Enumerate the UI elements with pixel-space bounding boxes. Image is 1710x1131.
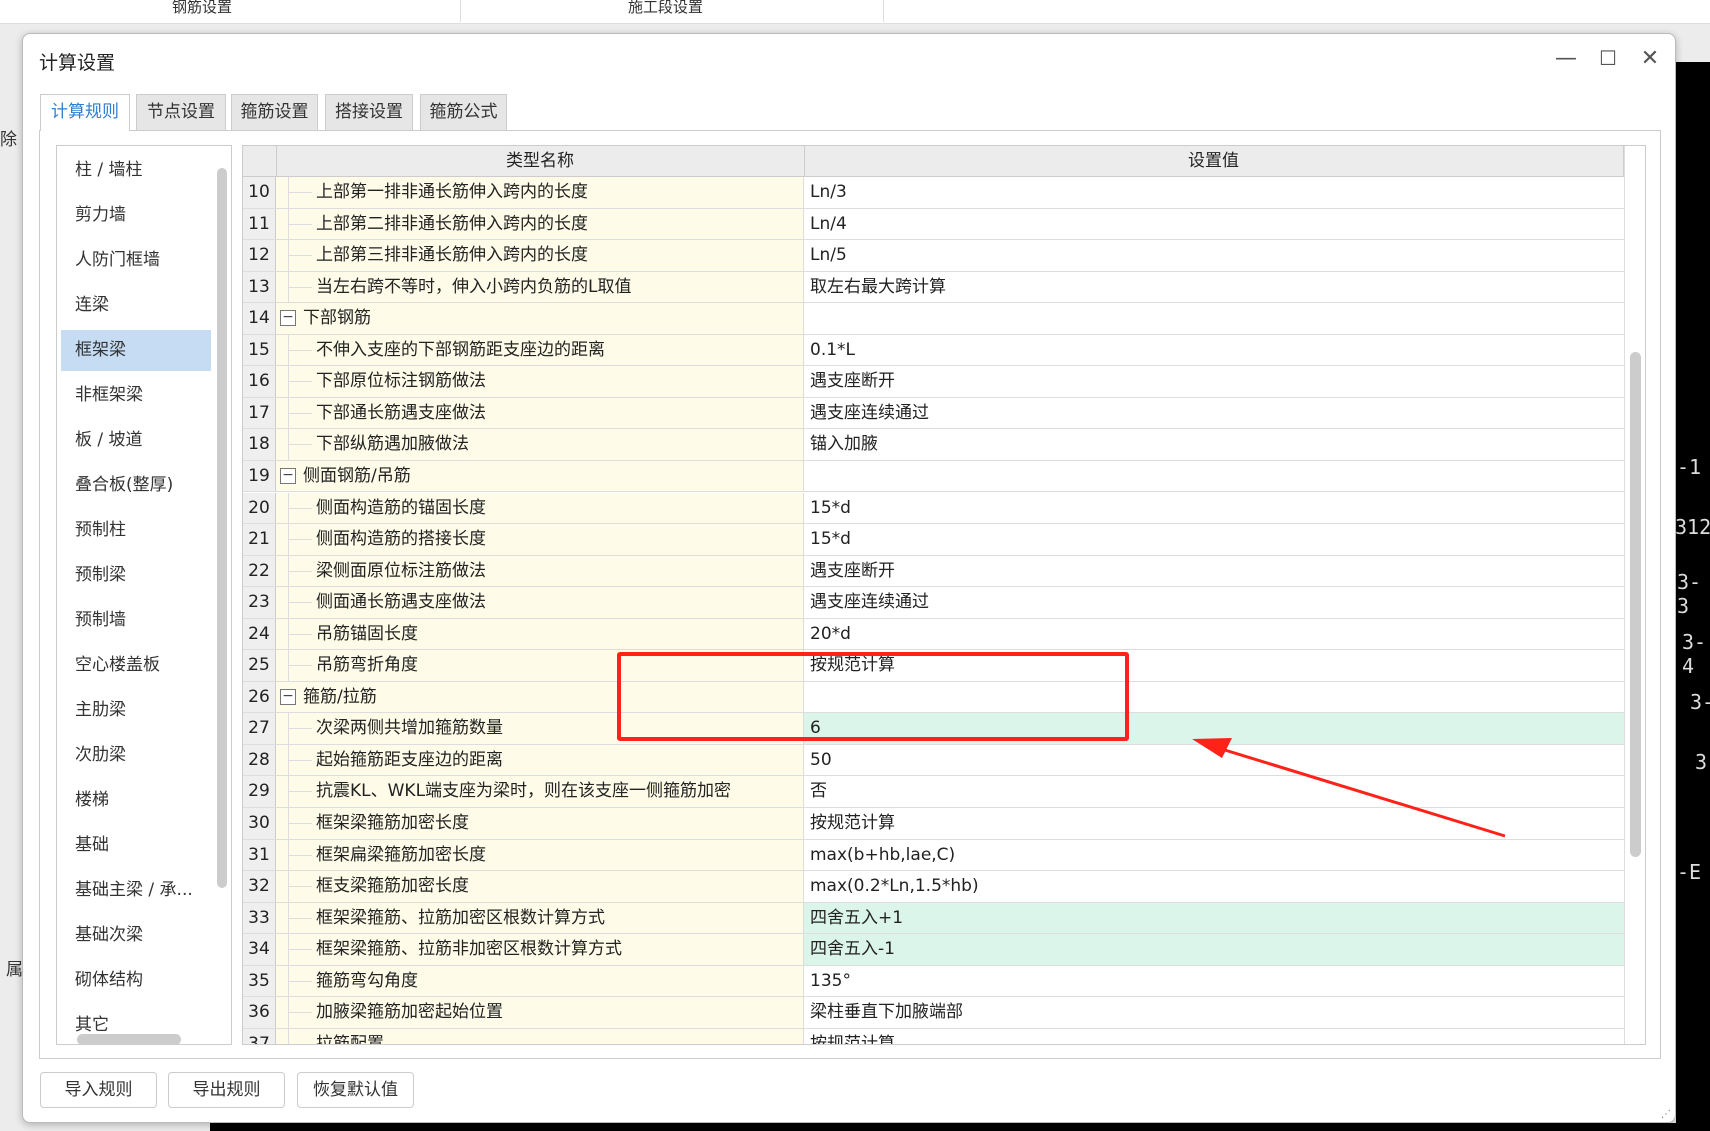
annotation-arrow [1192,738,1506,838]
arrow-head [1192,738,1232,758]
arrow-shaft [1214,745,1506,838]
